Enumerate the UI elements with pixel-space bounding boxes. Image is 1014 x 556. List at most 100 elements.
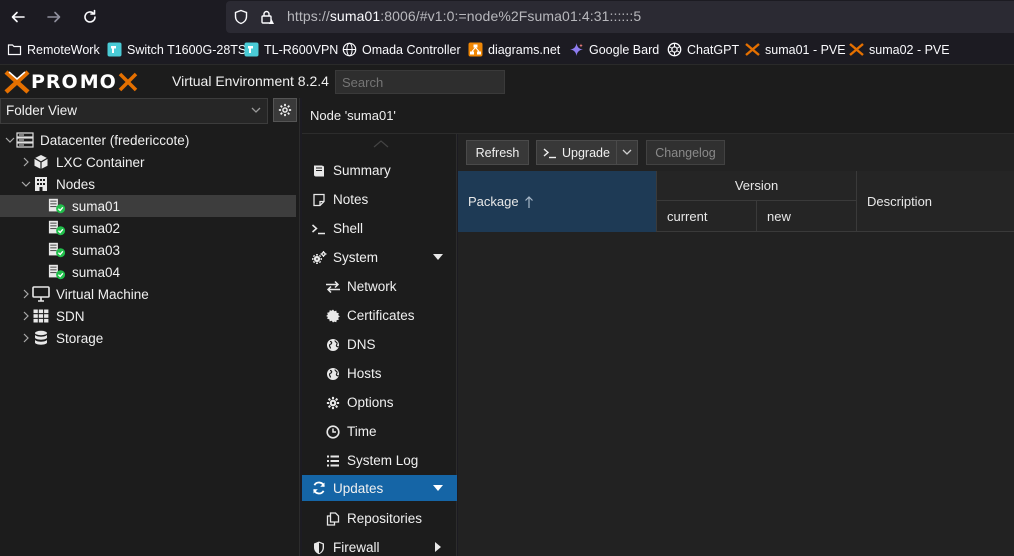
globe-icon	[324, 365, 342, 383]
bard-icon	[569, 42, 584, 57]
menu-item-repositories[interactable]: Repositories	[302, 504, 457, 533]
back-arrow-icon[interactable]	[4, 3, 32, 31]
menu-item-label: Shell	[333, 221, 364, 236]
chatgpt-icon	[667, 42, 682, 57]
upgrade-button[interactable]: Upgrade	[537, 141, 617, 164]
tree-item-storage[interactable]: Storage	[0, 327, 296, 349]
menu-item-system-log[interactable]: System Log	[302, 446, 457, 475]
search-input[interactable]	[335, 70, 505, 94]
menu-item-label: Summary	[333, 163, 391, 178]
tree-item-virtual-machine[interactable]: Virtual Machine	[0, 283, 296, 305]
bookmark-diagrams[interactable]: diagrams.net	[468, 41, 560, 58]
menu-item-network[interactable]: Network	[302, 272, 457, 301]
upgrade-split-button[interactable]: Upgrade	[536, 140, 638, 165]
caret-down-icon[interactable]	[433, 485, 443, 491]
menu-item-updates[interactable]: Updates	[302, 475, 457, 501]
view-selector[interactable]: Folder View	[0, 98, 268, 124]
tree-item-lxc-container[interactable]: LXC Container	[0, 151, 296, 173]
proxmox-x-small-icon	[118, 72, 138, 92]
reload-icon[interactable]	[76, 3, 104, 31]
bookmark-label: TL-R600VPN	[264, 42, 339, 57]
drawio-icon	[468, 42, 483, 57]
caret-down-icon[interactable]	[433, 254, 443, 260]
bookmark-tl-r600vpn[interactable]: TL-R600VPN	[244, 41, 338, 58]
tplink-icon	[244, 42, 259, 57]
chevron-right-icon[interactable]	[20, 156, 32, 168]
menu-item-time[interactable]: Time	[302, 417, 457, 446]
tree-item-datacenter[interactable]: Datacenter (fredericcote)	[0, 129, 296, 151]
lock-warning-icon[interactable]	[259, 9, 275, 25]
bookmark-switch[interactable]: Switch T1600G-28TS	[107, 41, 246, 58]
chevron-right-icon[interactable]	[20, 332, 32, 344]
shield-icon[interactable]	[233, 9, 249, 25]
menu-item-label: Hosts	[347, 366, 382, 381]
caret-right-icon[interactable]	[435, 542, 441, 552]
column-header-new[interactable]: new	[757, 201, 857, 232]
url-text[interactable]: https://suma01:8006/#v1:0:=node%2Fsuma01…	[287, 8, 641, 24]
datacenter-icon	[16, 131, 34, 149]
upgrade-menu-toggle[interactable]	[617, 141, 637, 164]
clock-icon	[324, 423, 342, 441]
building-icon	[32, 175, 50, 193]
node-menu: Summary Notes Shell System Network Certi…	[302, 134, 457, 556]
menu-item-hosts[interactable]: Hosts	[302, 359, 457, 388]
tree-item-suma03[interactable]: suma03	[0, 239, 296, 261]
chevron-down-icon[interactable]	[4, 134, 16, 146]
bookmark-google-bard[interactable]: Google Bard	[569, 41, 659, 58]
grid-icon	[32, 307, 50, 325]
chevron-right-icon[interactable]	[20, 288, 32, 300]
menu-item-notes[interactable]: Notes	[302, 185, 457, 214]
files-icon	[324, 510, 342, 528]
tree-settings-button[interactable]	[273, 98, 297, 122]
bookmark-label: Google Bard	[589, 42, 660, 57]
proxmox-x-icon	[4, 70, 30, 94]
exchange-icon	[324, 278, 342, 296]
forward-arrow-icon[interactable]	[40, 3, 68, 31]
tree-item-suma02[interactable]: suma02	[0, 217, 296, 239]
tree-item-suma01[interactable]: suma01	[0, 195, 296, 217]
menu-item-label: Certificates	[347, 308, 415, 323]
bookmark-chatgpt[interactable]: ChatGPT	[667, 41, 739, 58]
chevron-down-icon[interactable]	[20, 178, 32, 190]
column-label: current	[667, 209, 708, 224]
tree-item-nodes[interactable]: Nodes	[0, 173, 296, 195]
chevron-right-icon[interactable]	[20, 310, 32, 322]
resource-tree-panel: Folder View Datacenter (fredericcote) LX…	[0, 98, 300, 556]
server-online-icon	[48, 197, 66, 215]
tree-item-sdn[interactable]: SDN	[0, 305, 296, 327]
menu-item-options[interactable]: Options	[302, 388, 457, 417]
column-label: Version	[734, 178, 779, 193]
url-bar[interactable]: https://suma01:8006/#v1:0:=node%2Fsuma01…	[226, 1, 1014, 33]
column-header-current[interactable]: current	[657, 201, 757, 232]
bookmark-label: diagrams.net	[488, 42, 561, 57]
chevron-down-icon	[251, 107, 261, 113]
column-header-package[interactable]: Package	[458, 171, 657, 232]
browser-nav-bar: https://suma01:8006/#v1:0:=node%2Fsuma01…	[0, 0, 1014, 34]
tree-item-label: SDN	[56, 308, 85, 324]
refresh-button[interactable]: Refresh	[466, 140, 529, 165]
bookmark-suma01-pve[interactable]: suma01 - PVE	[745, 41, 846, 58]
menu-item-label: Options	[347, 395, 394, 410]
bookmark-remotework[interactable]: RemoteWork	[7, 41, 100, 58]
proxmox-icon	[745, 42, 760, 57]
tree-item-suma04[interactable]: suma04	[0, 261, 296, 283]
changelog-button[interactable]: Changelog	[646, 140, 725, 165]
bookmark-omada[interactable]: Omada Controller	[342, 41, 461, 58]
refresh-icon	[310, 479, 328, 497]
bookmark-label: suma01 - PVE	[765, 42, 846, 57]
tree-item-label: LXC Container	[56, 154, 145, 170]
menu-item-dns[interactable]: DNS	[302, 330, 457, 359]
bookmark-label: suma02 - PVE	[869, 42, 950, 57]
menu-item-label: Firewall	[333, 540, 380, 555]
menu-item-summary[interactable]: Summary	[302, 156, 457, 185]
proxmox-logo[interactable]: PRO MO	[4, 69, 138, 95]
menu-item-certificates[interactable]: Certificates	[302, 301, 457, 330]
scroll-up-icon[interactable]	[373, 140, 389, 148]
menu-item-system[interactable]: System	[302, 243, 457, 272]
database-icon	[32, 329, 50, 347]
column-header-description[interactable]: Description	[857, 171, 1014, 232]
menu-item-shell[interactable]: Shell	[302, 214, 457, 243]
bookmark-suma02-pve[interactable]: suma02 - PVE	[849, 41, 950, 58]
menu-item-firewall[interactable]: Firewall	[302, 533, 457, 556]
product-version: Virtual Environment 8.2.4	[172, 73, 329, 89]
